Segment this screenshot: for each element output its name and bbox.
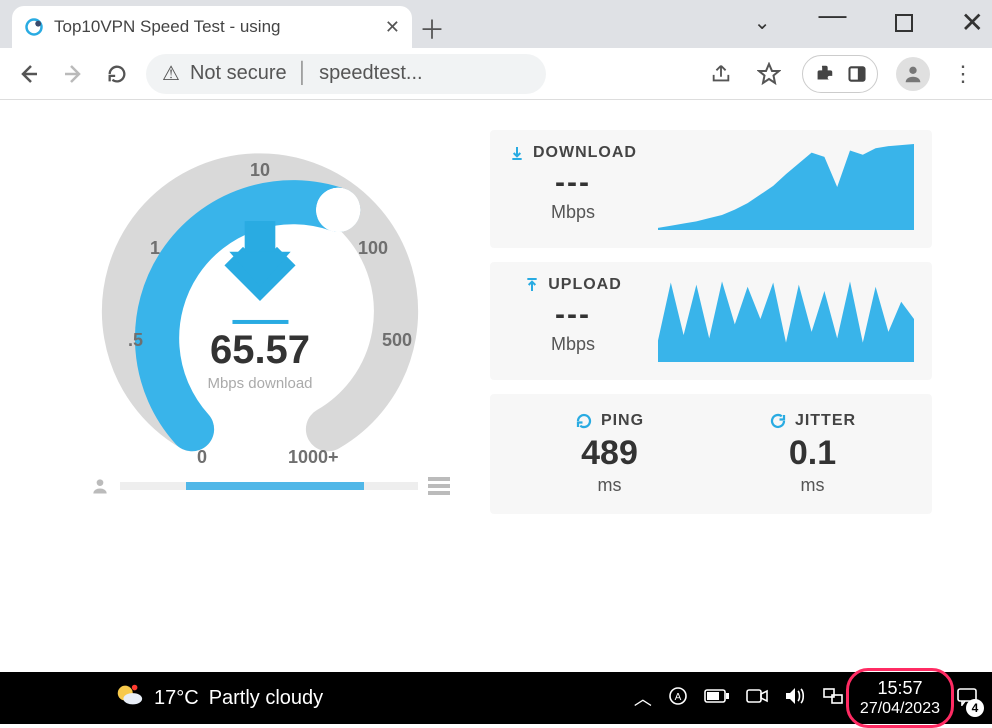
omnibox-separator: │ bbox=[297, 62, 310, 85]
upload-icon bbox=[524, 277, 540, 293]
speed-gauge: 0 .5 1 10 100 500 1000+ 65.57 Mbps downl… bbox=[90, 130, 450, 530]
gauge-tick-10: 10 bbox=[250, 160, 270, 181]
weather-temp: 17°C bbox=[154, 687, 199, 710]
download-sparkline bbox=[658, 144, 914, 230]
weather-icon bbox=[114, 680, 144, 716]
gauge-tick-1: 1 bbox=[150, 238, 160, 259]
notification-count: 4 bbox=[966, 699, 984, 717]
bookmark-star-icon[interactable] bbox=[754, 62, 784, 86]
svg-text:A: A bbox=[675, 692, 682, 703]
windows-taskbar[interactable]: 17°C Partly cloudy ︿ A 15:57 27/04/2023 … bbox=[0, 672, 992, 724]
url-text: speedtest... bbox=[319, 62, 422, 85]
tray-overflow-icon[interactable]: ︿ bbox=[634, 685, 652, 711]
reload-icon[interactable] bbox=[102, 63, 132, 85]
connection-bar bbox=[120, 482, 418, 490]
browser-tab[interactable]: Top10VPN Speed Test - using ✕ bbox=[12, 6, 412, 48]
client-icon bbox=[90, 476, 110, 496]
gauge-tick-0: 0 bbox=[197, 447, 207, 468]
minimize-icon[interactable]: — bbox=[819, 0, 847, 31]
weather-widget[interactable]: 17°C Partly cloudy bbox=[114, 680, 323, 716]
taskbar-clock[interactable]: 15:57 27/04/2023 bbox=[860, 678, 940, 719]
jitter-unit: ms bbox=[801, 475, 825, 496]
maximize-icon[interactable] bbox=[895, 14, 913, 32]
download-card: DOWNLOAD --- Mbps bbox=[490, 130, 932, 248]
gauge-value: 65.57 bbox=[207, 328, 312, 373]
jitter-value: 0.1 bbox=[789, 434, 836, 473]
server-icon bbox=[428, 477, 450, 495]
gauge-unit-label: Mbps download bbox=[207, 375, 312, 392]
download-unit: Mbps bbox=[551, 202, 595, 223]
back-icon[interactable] bbox=[14, 62, 44, 86]
ping-label: PING bbox=[601, 412, 644, 430]
extensions-pill[interactable] bbox=[802, 55, 878, 93]
gauge-tick-500: 500 bbox=[382, 330, 412, 351]
gauge-tick-1000: 1000+ bbox=[288, 447, 339, 468]
security-label: Not secure bbox=[190, 62, 287, 85]
page-content: 0 .5 1 10 100 500 1000+ 65.57 Mbps downl… bbox=[0, 100, 992, 672]
jitter-label: JITTER bbox=[795, 412, 856, 430]
share-icon[interactable] bbox=[706, 63, 736, 85]
browser-toolbar: ⚠ Not secure │ speedtest... ⋮ bbox=[0, 48, 992, 100]
download-arrow-icon bbox=[207, 208, 312, 313]
window-titlebar: Top10VPN Speed Test - using ✕ ＋ ⌄ — ✕ bbox=[0, 0, 992, 48]
window-controls: ⌄ — ✕ bbox=[754, 6, 984, 39]
tab-close-icon[interactable]: ✕ bbox=[385, 17, 400, 38]
kebab-menu-icon[interactable]: ⋮ bbox=[948, 61, 978, 87]
ping-jitter-card: PING 489 ms JITTER 0.1 ms bbox=[490, 394, 932, 514]
weather-desc: Partly cloudy bbox=[209, 687, 324, 710]
upload-sparkline bbox=[658, 276, 914, 362]
network-icon[interactable] bbox=[822, 686, 844, 711]
forward-icon bbox=[58, 62, 88, 86]
chevron-down-icon[interactable]: ⌄ bbox=[754, 10, 771, 35]
ping-unit: ms bbox=[598, 475, 622, 496]
connection-row bbox=[90, 476, 450, 496]
puzzle-icon bbox=[813, 63, 835, 85]
upload-label: UPLOAD bbox=[548, 276, 622, 294]
profile-avatar[interactable] bbox=[896, 57, 930, 91]
volume-icon[interactable] bbox=[784, 686, 806, 711]
jitter-icon bbox=[769, 412, 787, 430]
sidepanel-icon bbox=[847, 64, 867, 84]
upload-unit: Mbps bbox=[551, 334, 595, 355]
close-icon[interactable]: ✕ bbox=[961, 6, 984, 39]
tab-title: Top10VPN Speed Test - using bbox=[54, 17, 375, 37]
tab-favicon bbox=[24, 17, 44, 37]
ping-value: 489 bbox=[581, 434, 638, 473]
address-bar[interactable]: ⚠ Not secure │ speedtest... bbox=[146, 54, 546, 94]
gauge-underline bbox=[232, 320, 288, 324]
gauge-tick-100: 100 bbox=[358, 238, 388, 259]
not-secure-icon: ⚠ bbox=[162, 61, 180, 86]
new-tab-button[interactable]: ＋ bbox=[412, 8, 452, 48]
gauge-tick-05: .5 bbox=[128, 330, 143, 351]
notifications-icon[interactable]: 4 bbox=[956, 686, 978, 711]
ping-icon bbox=[575, 412, 593, 430]
download-icon bbox=[509, 145, 525, 161]
highlight-ring bbox=[846, 668, 954, 728]
camera-icon[interactable] bbox=[746, 687, 768, 710]
battery-icon[interactable] bbox=[704, 688, 730, 709]
language-icon[interactable]: A bbox=[668, 686, 688, 711]
download-value: --- bbox=[555, 166, 591, 200]
download-label: DOWNLOAD bbox=[533, 144, 637, 162]
upload-value: --- bbox=[555, 298, 591, 332]
upload-card: UPLOAD --- Mbps bbox=[490, 262, 932, 380]
system-tray: ︿ A 15:57 27/04/2023 4 bbox=[634, 678, 978, 719]
